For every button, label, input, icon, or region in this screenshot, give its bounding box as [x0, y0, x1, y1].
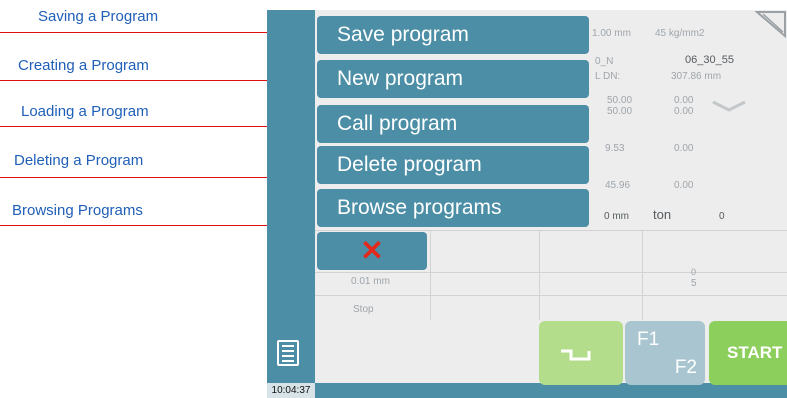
menu-delete-program[interactable]: Delete program	[317, 146, 589, 184]
ton-value: 0	[719, 211, 725, 222]
bottom-status-bar	[315, 383, 787, 398]
menu-browse-programs[interactable]: Browse programs	[317, 189, 589, 227]
back-arrow-icon	[561, 349, 591, 361]
l-dn-label: L DN:	[595, 71, 621, 82]
bend-icon	[711, 98, 747, 119]
annotation-arrow-creating	[0, 75, 314, 85]
table-divider	[642, 230, 643, 320]
count-5: 5	[691, 278, 697, 289]
f1-label: F1	[637, 329, 660, 350]
table-divider	[430, 230, 431, 320]
thickness-value: 1.00 mm	[592, 28, 631, 39]
annotation-arrow-browsing	[0, 220, 314, 230]
table-divider	[315, 272, 787, 273]
program-id-value: 06_30_55	[685, 54, 734, 66]
strength-value: 45 kg/mm2	[655, 28, 705, 39]
count-0: 0	[691, 267, 697, 277]
close-icon: ✕	[360, 235, 384, 266]
annotation-deleting: Deleting a Program	[14, 152, 144, 169]
table-divider	[539, 230, 540, 320]
value-50-b: 50.00	[607, 106, 633, 117]
back-button[interactable]	[539, 321, 623, 385]
table-divider	[315, 295, 787, 296]
value-953: 9.53	[605, 143, 625, 154]
f1-f2-button[interactable]: F1 F2	[625, 321, 705, 385]
value-0-a: 0.00	[674, 95, 694, 106]
menu-new-program[interactable]: New program	[317, 60, 589, 98]
annotation-arrow-deleting	[0, 172, 314, 182]
annotation-creating: Creating a Program	[18, 57, 149, 74]
stop-label: Stop	[353, 304, 374, 315]
annotation-browsing: Browsing Programs	[12, 202, 143, 219]
clock: 10:04:37	[267, 383, 315, 398]
ton-label: ton	[653, 207, 672, 222]
value-0-c: 0.00	[674, 143, 694, 154]
sidebar: 10:04:37	[267, 10, 315, 398]
device-screen: 1.00 mm 45 kg/mm2 0_N 06_30_55 L DN: 307…	[267, 10, 787, 398]
menu-save-program[interactable]: Save program	[317, 16, 589, 54]
annotation-arrow-saving	[0, 27, 314, 37]
cancel-button[interactable]: ✕	[317, 232, 427, 270]
corner-logo-icon	[753, 10, 787, 40]
zero-mm-value: 0 mm	[604, 211, 629, 222]
annotation-loading: Loading a Program	[21, 103, 149, 120]
document-icon[interactable]	[277, 340, 299, 366]
menu-call-program[interactable]: Call program	[317, 105, 589, 143]
length-value: 307.86 mm	[671, 71, 722, 82]
annotation-arrow-loading	[0, 121, 314, 131]
f2-label: F2	[674, 357, 697, 378]
value-0-d: 0.00	[674, 180, 694, 191]
program-name-value: 0_N	[595, 56, 614, 67]
value-4596: 45.96	[605, 180, 631, 191]
value-0-b: 0.00	[674, 106, 694, 117]
table-divider	[315, 230, 787, 231]
annotation-saving: Saving a Program	[38, 8, 159, 25]
value-50-a: 50.00	[607, 95, 633, 106]
small-mm-value: 0.01 mm	[351, 276, 390, 287]
start-button[interactable]: START	[709, 321, 787, 385]
